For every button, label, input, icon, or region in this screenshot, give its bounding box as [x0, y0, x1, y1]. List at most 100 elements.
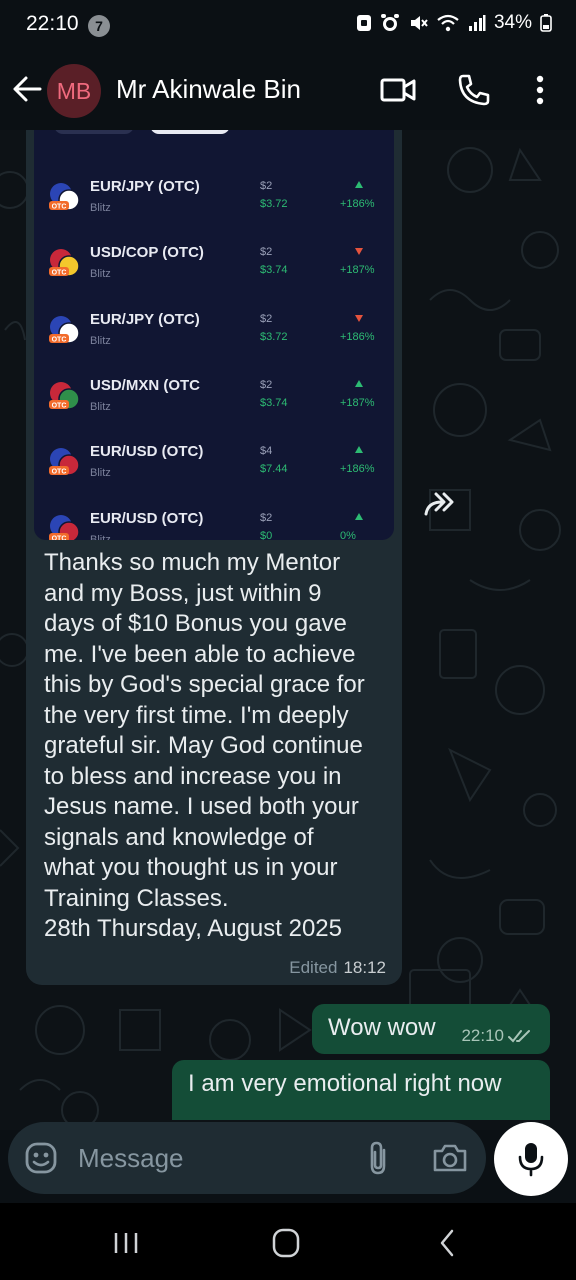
trade-type: Blitz	[90, 268, 111, 281]
trend-up-icon	[355, 512, 363, 520]
currency-flag-icon: OTC	[49, 448, 80, 476]
currency-flag-icon: OTC	[49, 381, 80, 410]
trade-payout: $0	[260, 529, 273, 541]
trade-type: Blitz	[90, 334, 111, 347]
currency-flag-icon: OTC	[49, 514, 80, 540]
mic-icon	[518, 1143, 544, 1177]
message-line: 28th Thursday, August 2025	[44, 915, 342, 942]
trade-payout: $7.44	[260, 463, 288, 476]
trend-down-icon	[355, 314, 363, 322]
wifi-icon	[437, 14, 459, 32]
message-line: signals and knowledge of	[44, 823, 314, 851]
video-call-icon[interactable]	[378, 70, 418, 110]
trade-amount: $2	[260, 312, 273, 325]
trade-pair: EUR/USD (OTC)	[90, 509, 204, 527]
sent-message-text: I am very emotional right now	[188, 1070, 502, 1097]
avatar[interactable]: MB	[47, 64, 101, 118]
trade-payout: $3.72	[260, 330, 288, 343]
message-line: this by God's special grace for	[44, 671, 365, 698]
trade-pair: EUR/JPY (OTC)	[90, 178, 200, 195]
sent-message-text: Wow wow	[328, 1014, 436, 1041]
trade-screenshot-image[interactable]: OTC EUR/JPY (OTC) Blitz $2 $3.72 +186% OTC USD/…	[34, 130, 394, 540]
trend-up-icon	[355, 181, 363, 188]
back-nav-icon[interactable]	[428, 1225, 468, 1261]
trade-tab	[54, 130, 134, 134]
currency-flag-icon: OTC	[49, 183, 80, 211]
signal-icon	[468, 15, 486, 31]
battery-icon	[540, 14, 552, 32]
more-options-icon[interactable]	[520, 70, 560, 110]
message-line: to bless and increase you in	[44, 762, 342, 790]
sent-message-meta: 22:10	[461, 1026, 534, 1046]
trade-pair: USD/COP (OTC)	[90, 244, 204, 262]
trade-row: OTC EUR/USD (OTC) Blitz $4 $7.44 +186%	[34, 443, 394, 493]
trade-amount: $2	[260, 378, 273, 391]
trade-percent: +187%	[340, 264, 375, 277]
trade-payout: $3.74	[260, 264, 288, 277]
currency-flag-icon: OTC	[49, 249, 80, 278]
trade-pair: EUR/JPY (OTC)	[90, 310, 200, 328]
trade-tab-active	[150, 130, 230, 134]
message-line: me. I've been able to achieve	[44, 640, 356, 668]
status-bar: 22:10 7 34%	[0, 0, 576, 52]
contact-name[interactable]: Mr Akinwale Bin	[116, 74, 301, 105]
chat-header: MB Mr Akinwale Bin	[0, 52, 576, 130]
svg-text:OTC: OTC	[52, 469, 67, 476]
trade-payout: $3.74	[260, 396, 288, 409]
status-time: 22:10	[26, 12, 79, 35]
trend-up-icon	[355, 379, 363, 387]
trade-payout: $3.72	[260, 198, 288, 210]
sent-message-bubble[interactable]: I am very emotional right now	[172, 1060, 550, 1120]
sent-message-time: 22:10	[461, 1026, 504, 1045]
trade-amount: $2	[260, 180, 273, 192]
trade-row: OTC EUR/JPY (OTC) Blitz $2 $3.72 +186%	[34, 178, 394, 228]
mute-icon	[410, 16, 428, 30]
attach-icon[interactable]	[364, 1140, 392, 1176]
received-message-bubble[interactable]: OTC EUR/JPY (OTC) Blitz $2 $3.72 +186% OTC USD/…	[26, 130, 402, 985]
chat-area[interactable]: OTC EUR/JPY (OTC) Blitz $2 $3.72 +186% OTC USD/…	[0, 130, 576, 1130]
voice-call-icon[interactable]	[454, 70, 494, 110]
message-line: what you thought us in your	[44, 854, 338, 881]
recent-apps-icon[interactable]	[106, 1225, 146, 1261]
trend-down-icon	[355, 248, 363, 256]
trade-percent: 0%	[340, 529, 356, 541]
home-icon[interactable]	[266, 1225, 306, 1261]
trade-amount: $2	[260, 246, 273, 259]
edited-label: Edited	[289, 958, 338, 977]
message-line: grateful sir. May God continue	[44, 732, 363, 759]
message-meta: Edited 18:12	[289, 958, 386, 978]
trade-pair: EUR/USD (OTC)	[90, 443, 204, 461]
svg-text:OTC: OTC	[52, 535, 67, 540]
message-line: Training Classes.	[44, 884, 229, 912]
trade-row: OTC USD/COP (OTC) Blitz $2 $3.74 +187%	[34, 244, 394, 294]
trade-percent: +186%	[340, 463, 375, 476]
trade-pair: USD/MXN (OTC	[90, 376, 200, 394]
sent-message-bubble[interactable]: Wow wow 22:10	[312, 1004, 550, 1054]
status-icons: 34%	[356, 12, 552, 34]
message-input[interactable]	[78, 1134, 348, 1182]
back-arrow-icon[interactable]	[10, 72, 44, 106]
emoji-icon[interactable]	[24, 1141, 58, 1175]
trade-type: Blitz	[90, 202, 111, 214]
message-line: and my Boss, just within 9	[44, 579, 322, 607]
mic-button[interactable]	[494, 1122, 568, 1196]
message-line: Jesus name. I used both your	[44, 793, 359, 820]
trade-percent: +186%	[340, 330, 375, 343]
trade-row: OTC USD/MXN (OTC Blitz $2 $3.74 +187%	[34, 377, 394, 427]
trade-amount: $2	[260, 511, 273, 524]
battery-percent: 34%	[493, 12, 532, 33]
camera-icon[interactable]	[432, 1142, 468, 1174]
message-line: the very first time. I'm deeply	[44, 701, 349, 729]
svg-text:OTC: OTC	[52, 204, 67, 211]
system-nav-bar	[0, 1203, 576, 1280]
svg-text:OTC: OTC	[52, 402, 67, 409]
message-line: Thanks so much my Mentor	[44, 549, 341, 576]
currency-flag-icon: OTC	[49, 315, 80, 344]
trade-type: Blitz	[90, 400, 111, 413]
forward-icon[interactable]	[420, 490, 460, 520]
trade-percent: +186%	[340, 198, 375, 210]
svg-text:OTC: OTC	[52, 336, 67, 343]
trade-type: Blitz	[90, 533, 111, 541]
trade-percent: +187%	[340, 396, 375, 409]
notification-count-badge: 7	[88, 15, 110, 37]
